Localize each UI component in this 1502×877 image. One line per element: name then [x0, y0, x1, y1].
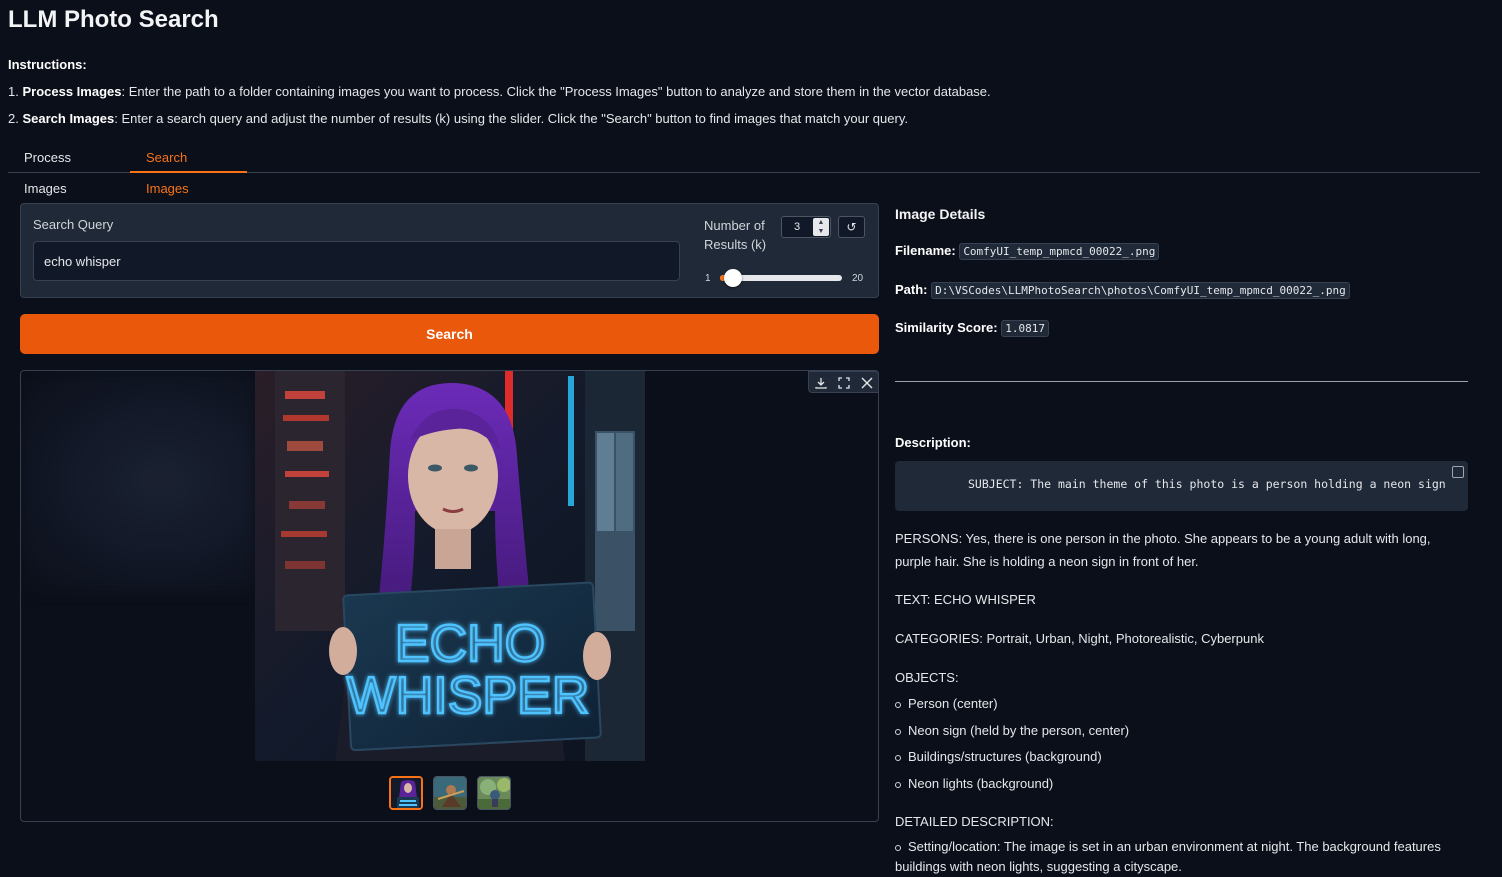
detailed-setting-text: Setting/location: The image is set in an… — [895, 839, 1441, 874]
close-icon[interactable] — [857, 374, 877, 392]
detailed-description-label: DETAILED DESCRIPTION: — [895, 814, 1054, 829]
path-value: D:\VSCodes\LLMPhotoSearch\photos\ComfyUI… — [931, 282, 1350, 299]
image-details-heading: Image Details — [895, 206, 986, 222]
k-reset-button[interactable]: ↺ — [838, 216, 865, 238]
k-number-input[interactable]: 3 ▲ ▼ — [781, 216, 831, 238]
gallery-toolbar — [808, 371, 878, 393]
copy-icon[interactable] — [1452, 466, 1464, 478]
reset-icon: ↺ — [846, 220, 857, 234]
search-button[interactable]: Search — [20, 314, 879, 354]
tab-bar: Process Images Search Images — [8, 142, 1480, 196]
app-title: LLM Photo Search — [8, 6, 219, 33]
tab-process-images[interactable]: Process Images — [8, 142, 130, 196]
slider-max-label: 20 — [852, 273, 864, 284]
search-query-input[interactable] — [33, 241, 680, 281]
search-panel: Search Query Number of Results (k) 3 ▲▼ … — [20, 203, 879, 298]
persons-text: PERSONS: Yes, there is one person in the… — [895, 531, 1431, 569]
list-item: Person (center) — [895, 696, 998, 711]
download-icon[interactable] — [811, 374, 831, 392]
search-query-label: Search Query — [33, 217, 114, 232]
list-item: Neon lights (background) — [895, 776, 1053, 791]
gallery-blur-background — [21, 371, 255, 591]
tab-search-images[interactable]: Search Images — [130, 142, 247, 196]
sign-text-line-2: WHISPER — [347, 667, 590, 725]
categories-text: CATEGORIES: Portrait, Urban, Night, Phot… — [895, 631, 1264, 646]
description-label: Description: — [895, 435, 971, 450]
slider-min-label: 1 — [705, 273, 711, 284]
score-row: Similarity Score: 1.0817 — [895, 320, 1049, 337]
thumbnail-2[interactable] — [433, 776, 467, 810]
divider — [895, 381, 1468, 382]
filename-row: Filename: ComfyUI_temp_mpmcd_00022_.png — [895, 243, 1160, 260]
k-number-value: 3 — [793, 221, 801, 233]
subject-code-block: SUBJECT: The main theme of this photo is… — [895, 461, 1468, 511]
subject-code-text: SUBJECT: The main theme of this photo is… — [968, 477, 1446, 491]
image-gallery: ECHO WHISPER — [20, 370, 879, 822]
list-item: Buildings/structures (background) — [895, 749, 1102, 764]
chevron-down-icon[interactable]: ▼ — [818, 228, 825, 235]
k-spinner[interactable]: ▲ ▼ — [813, 218, 829, 236]
instruction-step-2: 2. Search Images: Enter a search query a… — [8, 111, 908, 126]
chevron-up-icon[interactable]: ▲ — [818, 219, 825, 226]
k-label: Number of Results (k) — [704, 218, 767, 252]
fullscreen-icon[interactable] — [834, 374, 854, 392]
thumbnail-1[interactable] — [389, 776, 423, 810]
instruction-step-1: 1. Process Images: Enter the path to a f… — [8, 84, 991, 99]
path-row: Path: D:\VSCodes\LLMPhotoSearch\photos\C… — [895, 282, 1350, 299]
objects-label: OBJECTS: — [895, 670, 959, 685]
k-slider-thumb[interactable] — [723, 269, 742, 287]
list-item: Neon sign (held by the person, center) — [895, 723, 1129, 738]
score-value: 1.0817 — [1001, 320, 1049, 337]
selected-image[interactable]: ECHO WHISPER — [255, 371, 645, 761]
text-field: TEXT: ECHO WHISPER — [895, 592, 1036, 607]
instructions-heading: Instructions: — [8, 57, 87, 72]
sign-text-line-1: ECHO — [395, 615, 545, 673]
filename-value: ComfyUI_temp_mpmcd_00022_.png — [959, 243, 1160, 260]
thumbnail-3[interactable] — [477, 776, 511, 810]
